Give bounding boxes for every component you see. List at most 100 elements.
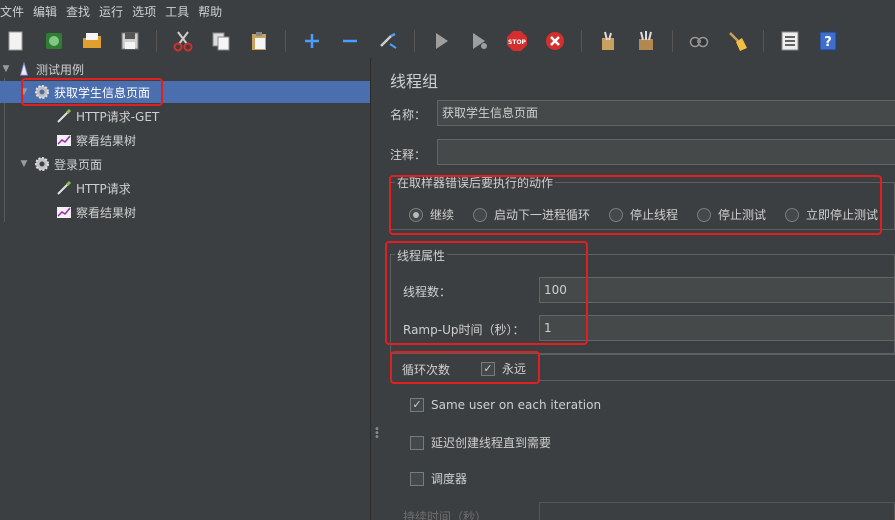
toolbar-separator [285,30,286,52]
collapse-arrow-icon[interactable]: ▼ [18,86,30,98]
delay-thread-checkbox[interactable] [410,435,424,450]
forever-checkbox-row[interactable]: ✓ 永远 [481,360,526,377]
collapse-arrow-icon[interactable]: ▼ [0,63,12,75]
svg-text:STOP: STOP [508,39,527,46]
tree-item-label: 获取学生信息页面 [54,85,151,100]
radio-label: 启动下一进程循环 [494,208,591,222]
scheduler-checkbox-row[interactable]: 调度器 [410,470,467,487]
radio-button[interactable] [409,207,423,222]
loop-field-border [538,354,895,355]
cut-icon[interactable] [171,29,195,53]
tree-item-label: 测试用例 [36,62,85,77]
listener-chart-icon [56,204,72,220]
start-no-pause-icon[interactable] [467,29,491,53]
listener-chart-icon [56,132,72,148]
radio-button[interactable] [697,207,711,222]
comment-field[interactable] [437,139,895,165]
tree-item-results-tree-1[interactable]: 察看结果树 [56,129,136,151]
same-user-checkbox-row[interactable]: ✓ Same user on each iteration [410,398,601,412]
radio-stop-test-now[interactable]: 立即停止测试 [785,206,878,223]
sampler-pipette-icon [56,180,72,196]
radio-stop-test[interactable]: 停止测试 [697,206,766,223]
templates-icon[interactable] [42,29,66,53]
tree-item-http[interactable]: HTTP请求 [56,177,131,199]
radio-start-next-loop[interactable]: 启动下一进程循环 [473,206,590,223]
help-icon[interactable]: ? [816,29,840,53]
radio-label: 立即停止测试 [806,208,879,222]
menu-run[interactable]: 运行 [99,0,126,24]
duration-label: 持续时间（秒） [403,510,488,520]
remove-icon[interactable] [338,29,362,53]
thread-properties-title: 线程属性 [395,247,448,264]
sampler-pipette-icon [56,108,72,124]
forever-checkbox[interactable]: ✓ [481,361,495,376]
radio-button[interactable] [473,207,487,222]
menu-tools[interactable]: 工具 [165,0,192,24]
radio-button[interactable] [785,207,799,222]
toolbar-separator [672,30,673,52]
open-icon[interactable] [80,29,104,53]
toggle-icon[interactable] [376,29,400,53]
split-divider[interactable]: • • • [370,58,382,520]
rampup-label: Ramp-Up时间（秒）： [403,323,525,337]
same-user-label: Same user on each iteration [431,398,602,412]
panel-title: 线程组 [390,72,439,91]
loop-field-border [538,380,895,381]
radio-button[interactable] [609,207,623,222]
toolbar-separator [414,30,415,52]
menu-help[interactable]: 帮助 [198,0,225,24]
save-icon[interactable] [118,29,142,53]
new-icon[interactable] [4,29,28,53]
add-icon[interactable] [300,29,324,53]
tree-item-label: HTTP请求 [76,181,131,196]
menu-file[interactable]: 文件 [0,0,27,24]
clear-all-icon[interactable] [634,29,658,53]
copy-icon[interactable] [209,29,233,53]
tree-item-thread-group-1[interactable]: ▼ 获取学生信息页面 [0,81,370,103]
tree-item-label: 察看结果树 [76,205,137,220]
tree-item-label: 察看结果树 [76,133,137,148]
svg-text:?: ? [824,35,832,50]
menu-edit[interactable]: 编辑 [33,0,60,24]
thread-group-gear-icon [34,156,50,172]
threads-field[interactable]: 100 [539,277,895,303]
drag-handle-icon[interactable]: • • • [374,425,380,443]
tree-item-http-get[interactable]: HTTP请求-GET [56,105,159,127]
scheduler-checkbox[interactable] [410,471,424,486]
delay-thread-checkbox-row[interactable]: 延迟创建线程直到需要 [410,434,551,451]
tree-item-test-plan[interactable]: ▼ 测试用例 [0,58,370,80]
menu-search[interactable]: 查找 [66,0,93,24]
tree-item-results-tree-2[interactable]: 察看结果树 [56,201,136,223]
toolbar-separator [156,30,157,52]
function-helper-icon[interactable] [778,29,802,53]
rampup-field[interactable]: 1 [539,315,895,341]
menu-options[interactable]: 选项 [132,0,159,24]
collapse-arrow-icon[interactable]: ▼ [18,158,30,170]
name-field[interactable]: 获取学生信息页面 [437,100,895,126]
name-label: 名称： [390,108,427,122]
radio-label: 继续 [430,208,455,222]
test-plan-icon [16,61,32,77]
paste-icon[interactable] [247,29,271,53]
clear-icon[interactable] [596,29,620,53]
toolbar: STOP ? [0,24,895,58]
thread-group-gear-icon [34,84,50,100]
thread-group-panel: 线程组 名称： 获取学生信息页面 注释： 在取样器错误后要执行的动作 继续 启动… [382,58,895,520]
forever-label: 永远 [502,362,527,376]
duration-field [539,502,895,520]
tree-item-thread-group-2[interactable]: ▼ 登录页面 [18,153,102,175]
menu-bar: 文件 编辑 查找 运行 选项 工具 帮助 [0,0,895,24]
loop-count-label: 循环次数 [402,363,451,377]
reset-search-icon[interactable] [725,29,749,53]
radio-label: 停止测试 [718,208,767,222]
radio-label: 停止线程 [630,208,679,222]
stop-icon[interactable]: STOP [505,29,529,53]
test-plan-tree: ▼ 测试用例 ▼ 获取学生信息页面 HTTP请求-GET 察看结果树 ▼ 登录页… [0,58,370,520]
search-icon[interactable] [687,29,711,53]
shutdown-icon[interactable] [543,29,567,53]
same-user-checkbox[interactable]: ✓ [410,398,424,412]
tree-item-label: 登录页面 [54,157,103,172]
start-icon[interactable] [429,29,453,53]
radio-stop-thread[interactable]: 停止线程 [609,206,678,223]
radio-continue[interactable]: 继续 [409,206,454,223]
